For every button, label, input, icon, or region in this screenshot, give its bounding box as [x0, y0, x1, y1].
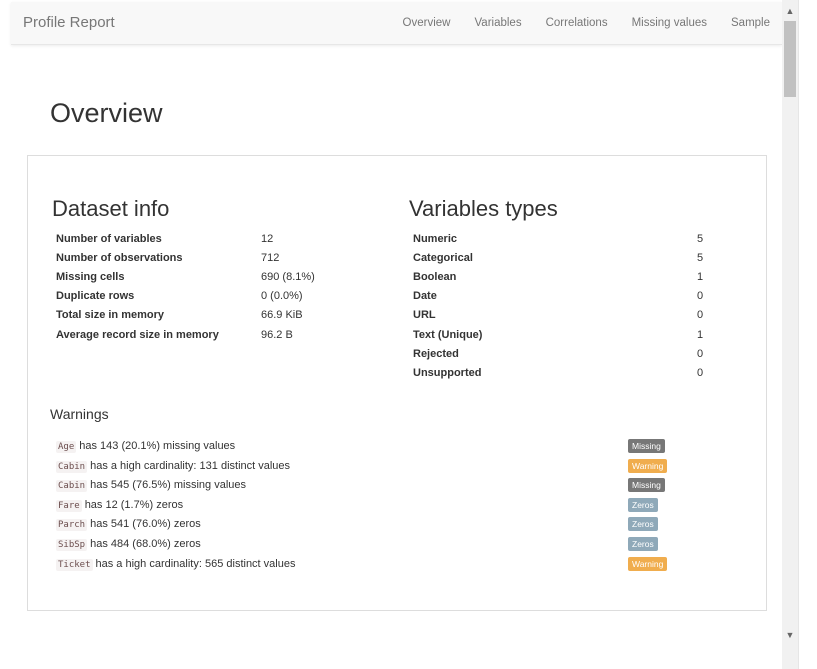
warning-row: Ticket has a high cardinality: 565 distin… [56, 555, 746, 575]
scroll-down-arrow-icon[interactable]: ▼ [782, 627, 798, 643]
warning-text: Cabin has 545 (76.5%) missing values [56, 479, 247, 493]
dataset-info-row: Number of observations 712 [52, 248, 319, 267]
dataset-info-row: Missing cells 690 (8.1%) [52, 267, 319, 286]
dataset-info-row-value: 66.9 KiB [261, 309, 303, 322]
warning-variable-code[interactable]: Fare [56, 499, 82, 512]
variable-type-row: Unsupported 0 [409, 363, 707, 382]
variable-type-row-value: 1 [697, 328, 704, 341]
warning-row: Age has 143 (20.1%) missing values Missing [56, 437, 746, 457]
warning-badge: Zeros [628, 497, 658, 512]
dataset-info-row-label: Average record size in memory [56, 328, 219, 341]
warning-variable-code[interactable]: Ticket [56, 558, 93, 571]
warning-message: has a high cardinality: 131 distinct val… [90, 459, 291, 472]
variable-type-row: Numeric 5 [409, 229, 707, 248]
variable-type-row-value: 0 [697, 347, 704, 360]
nav-link-sample[interactable]: Sample [731, 17, 770, 29]
variable-types-table: Numeric 5 Categorical 5 Boolean 1 Date 0 URL 0 Tex… [409, 229, 707, 383]
variable-type-row: Text (Unique) 1 [409, 325, 707, 344]
dataset-info-row-label: Total size in memory [56, 309, 164, 322]
warning-message: has a high cardinality: 565 distinct val… [95, 557, 296, 570]
warning-badge: Warning [628, 556, 668, 571]
warning-text: Fare has 12 (1.7%) zeros [56, 498, 184, 512]
overview-panel: Dataset info Number of variables 12 Number… [27, 155, 767, 611]
warning-message: has 12 (1.7%) zeros [84, 498, 184, 511]
dataset-info-row-label: Duplicate rows [56, 290, 135, 303]
warning-variable-code[interactable]: Parch [56, 519, 88, 532]
variable-type-row-label: Categorical [413, 251, 473, 264]
dataset-info-row-value: 712 [261, 251, 280, 264]
warning-message: has 484 (68.0%) zeros [90, 537, 201, 550]
dataset-info-row-label: Missing cells [56, 270, 125, 283]
warning-badge: Zeros [628, 517, 658, 532]
variable-type-row-label: Boolean [413, 270, 457, 283]
variable-type-row-label: Rejected [413, 347, 459, 360]
dataset-info-row: Average record size in memory 96.2 B [52, 325, 319, 344]
navbar: Profile Report Overview Variables Correl… [11, 2, 782, 45]
variable-type-row-value: 0 [697, 366, 704, 379]
dataset-info-row: Duplicate rows 0 (0.0%) [52, 287, 319, 306]
variable-type-row-label: Date [413, 290, 437, 303]
warning-variable-code[interactable]: SibSp [56, 538, 88, 551]
variable-type-row: Rejected 0 [409, 344, 707, 363]
variable-type-row-label: Unsupported [413, 366, 482, 379]
page-title: Overview [50, 98, 163, 128]
dataset-info-row: Number of variables 12 [52, 229, 319, 248]
warning-variable-code[interactable]: Cabin [56, 480, 88, 493]
variable-type-row: Boolean 1 [409, 267, 707, 286]
dataset-info-title: Dataset info [52, 196, 170, 221]
warning-message: has 541 (76.0%) zeros [90, 518, 201, 531]
variable-type-row-label: Numeric [413, 232, 458, 245]
variable-type-row-value: 0 [697, 309, 704, 322]
dataset-info-row-label: Number of observations [56, 251, 183, 264]
nav-link-overview[interactable]: Overview [403, 17, 451, 29]
variable-type-row: Categorical 5 [409, 248, 707, 267]
brand-title[interactable]: Profile Report [23, 14, 115, 31]
dataset-info-row: Total size in memory 66.9 KiB [52, 306, 319, 325]
warning-row: Cabin has a high cardinality: 131 distinc… [56, 457, 746, 477]
nav-links: Overview Variables Correlations Missing … [379, 17, 770, 29]
dataset-info-row-value: 96.2 B [261, 328, 293, 341]
warning-text: Age has 143 (20.1%) missing values [56, 440, 236, 453]
warnings-list: Age has 143 (20.1%) missing values Missing… [56, 437, 746, 574]
variable-type-row-value: 1 [697, 270, 704, 283]
nav-link-correlations[interactable]: Correlations [546, 17, 608, 29]
report-frame: Profile Report Overview Variables Correl… [0, 0, 799, 669]
warning-text: Cabin has a high cardinality: 131 distinc… [56, 459, 291, 473]
warning-text: SibSp has 484 (68.0%) zeros [56, 537, 201, 551]
variable-types-title: Variables types [409, 196, 558, 221]
warning-variable-code[interactable]: Age [56, 441, 77, 453]
variable-type-row-value: 5 [697, 251, 704, 264]
dataset-info-table: Number of variables 12 Number of observati… [52, 229, 319, 344]
variable-type-row-value: 5 [697, 232, 704, 245]
warning-badge: Missing [628, 478, 665, 493]
vertical-scrollbar[interactable]: ▲ ▼ [782, 0, 798, 669]
scroll-up-arrow-icon[interactable]: ▲ [782, 3, 798, 19]
warning-variable-code[interactable]: Cabin [56, 460, 88, 473]
dataset-info-row-value: 12 [261, 232, 274, 245]
warning-row: Parch has 541 (76.0%) zeros Zeros [56, 515, 746, 535]
warning-message: has 545 (76.5%) missing values [90, 479, 247, 492]
warnings-title: Warnings [50, 406, 109, 422]
variable-type-row-label: Text (Unique) [413, 328, 483, 341]
warning-badge: Missing [628, 439, 665, 453]
warning-row: Cabin has 545 (76.5%) missing values Missi… [56, 476, 746, 496]
warning-text: Ticket has a high cardinality: 565 distin… [56, 557, 296, 571]
warning-row: Fare has 12 (1.7%) zeros Zeros [56, 496, 746, 516]
variable-type-row: URL 0 [409, 306, 707, 325]
variable-type-row: Date 0 [409, 287, 707, 306]
nav-link-missing-values[interactable]: Missing values [632, 17, 707, 29]
warning-text: Parch has 541 (76.0%) zeros [56, 518, 201, 532]
warning-message: has 143 (20.1%) missing values [79, 440, 236, 452]
dataset-info-row-value: 0 (0.0%) [261, 290, 303, 303]
variable-type-row-value: 0 [697, 290, 704, 303]
nav-link-variables[interactable]: Variables [474, 17, 521, 29]
dataset-info-row-value: 690 (8.1%) [261, 270, 315, 283]
warning-badge: Warning [628, 458, 668, 473]
scroll-thumb[interactable] [784, 21, 796, 97]
warning-row: SibSp has 484 (68.0%) zeros Zeros [56, 535, 746, 555]
dataset-info-row-label: Number of variables [56, 232, 162, 245]
variable-type-row-label: URL [413, 309, 436, 322]
warning-badge: Zeros [628, 536, 658, 551]
